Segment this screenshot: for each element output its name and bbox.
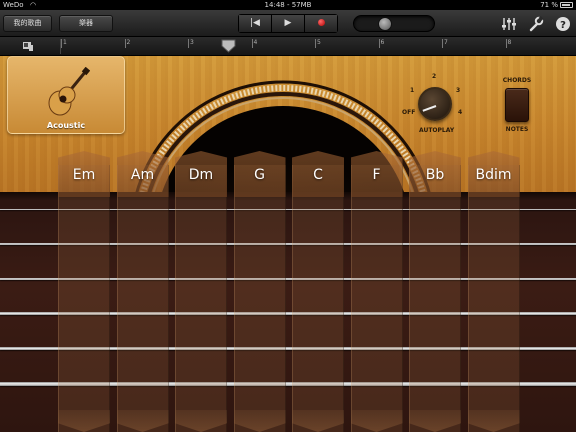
ruler-bar-number: 3 xyxy=(190,39,194,46)
ruler-bar-number: 4 xyxy=(253,39,258,46)
record-icon xyxy=(317,19,325,26)
ruler-bar-number: 1 xyxy=(63,39,67,46)
notes-label: NOTES xyxy=(505,126,529,133)
rewind-button[interactable]: |◀ xyxy=(239,15,272,32)
chords-label: CHORDS xyxy=(502,77,532,84)
knob-pointer xyxy=(422,105,437,112)
ruler-bar-number: 8 xyxy=(507,39,512,46)
status-bar: WeDo ◠ 14:48 - 57MB 71 % xyxy=(0,0,576,10)
toolbar: 我的歌曲 樂器 |◀ ▶ ? xyxy=(0,10,576,37)
timeline-ruler[interactable]: 1 2 3 4 5 6 7 8 xyxy=(0,37,576,56)
master-volume-slider[interactable] xyxy=(353,15,435,32)
autoplay-position-4: 4 xyxy=(458,109,463,116)
ruler-bar-number: 7 xyxy=(444,39,448,46)
svg-text:?: ? xyxy=(560,20,566,31)
wrench-icon[interactable] xyxy=(528,16,544,32)
instrument-name: Acoustic xyxy=(46,121,86,130)
chord-label: Dm xyxy=(188,167,214,183)
ruler-lane[interactable]: 1 2 3 4 5 6 7 8 xyxy=(60,39,572,54)
chord-label: Am xyxy=(130,167,155,183)
chord-label: Bdim xyxy=(475,167,512,183)
play-icon: ▶ xyxy=(284,18,292,28)
transport-controls: |◀ ▶ xyxy=(238,14,338,33)
instrument-selector[interactable]: Acoustic xyxy=(7,56,125,134)
autoplay-knob[interactable] xyxy=(418,87,452,121)
chord-strip-bb[interactable]: Bb xyxy=(409,151,461,432)
chord-strip-bdim[interactable]: Bdim xyxy=(467,151,520,432)
ruler-bar-number: 5 xyxy=(317,39,321,46)
chord-strip-g[interactable]: G xyxy=(233,151,286,432)
my-songs-button[interactable]: 我的歌曲 xyxy=(3,15,52,32)
mixer-icon[interactable] xyxy=(501,16,517,32)
chord-label: G xyxy=(254,167,265,183)
chord-label: F xyxy=(372,167,381,183)
mode-toggle[interactable] xyxy=(505,88,529,122)
loop-settings-icon[interactable] xyxy=(22,41,34,52)
autoplay-position-2: 2 xyxy=(432,73,437,80)
chords-notes-switch[interactable]: CHORDS NOTES xyxy=(497,76,537,136)
chord-label: Bb xyxy=(425,167,445,183)
autoplay-control: 2 1 3 OFF 4 AUTOPLAY xyxy=(400,70,470,136)
ruler-bar-number: 2 xyxy=(126,39,131,46)
ruler-bar-number: 6 xyxy=(380,39,385,46)
play-button[interactable]: ▶ xyxy=(272,15,305,32)
acoustic-guitar-icon xyxy=(48,67,90,116)
battery-percent: 71 % xyxy=(540,1,558,9)
record-button[interactable] xyxy=(305,15,337,32)
chord-label: C xyxy=(313,167,323,183)
battery-icon xyxy=(560,2,573,8)
chord-strip-dm[interactable]: Dm xyxy=(175,151,227,432)
help-icon[interactable]: ? xyxy=(555,16,571,32)
instruments-button[interactable]: 樂器 xyxy=(59,15,113,32)
autoplay-position-off: OFF xyxy=(402,109,416,116)
chord-strip-am[interactable]: Am xyxy=(116,151,169,432)
chord-label: Em xyxy=(72,167,96,183)
skip-back-icon: |◀ xyxy=(250,18,260,28)
status-time: 14:48 - 57MB xyxy=(264,1,312,9)
chord-strip-f[interactable]: F xyxy=(350,151,403,432)
autoplay-label: AUTOPLAY xyxy=(419,127,455,134)
autoplay-position-3: 3 xyxy=(456,87,461,94)
chord-strip-c[interactable]: C xyxy=(292,151,344,432)
autoplay-position-1: 1 xyxy=(410,87,415,94)
playhead-handle[interactable] xyxy=(221,39,236,53)
volume-knob[interactable] xyxy=(378,17,392,31)
chord-strip-em[interactable]: Em xyxy=(58,151,110,432)
